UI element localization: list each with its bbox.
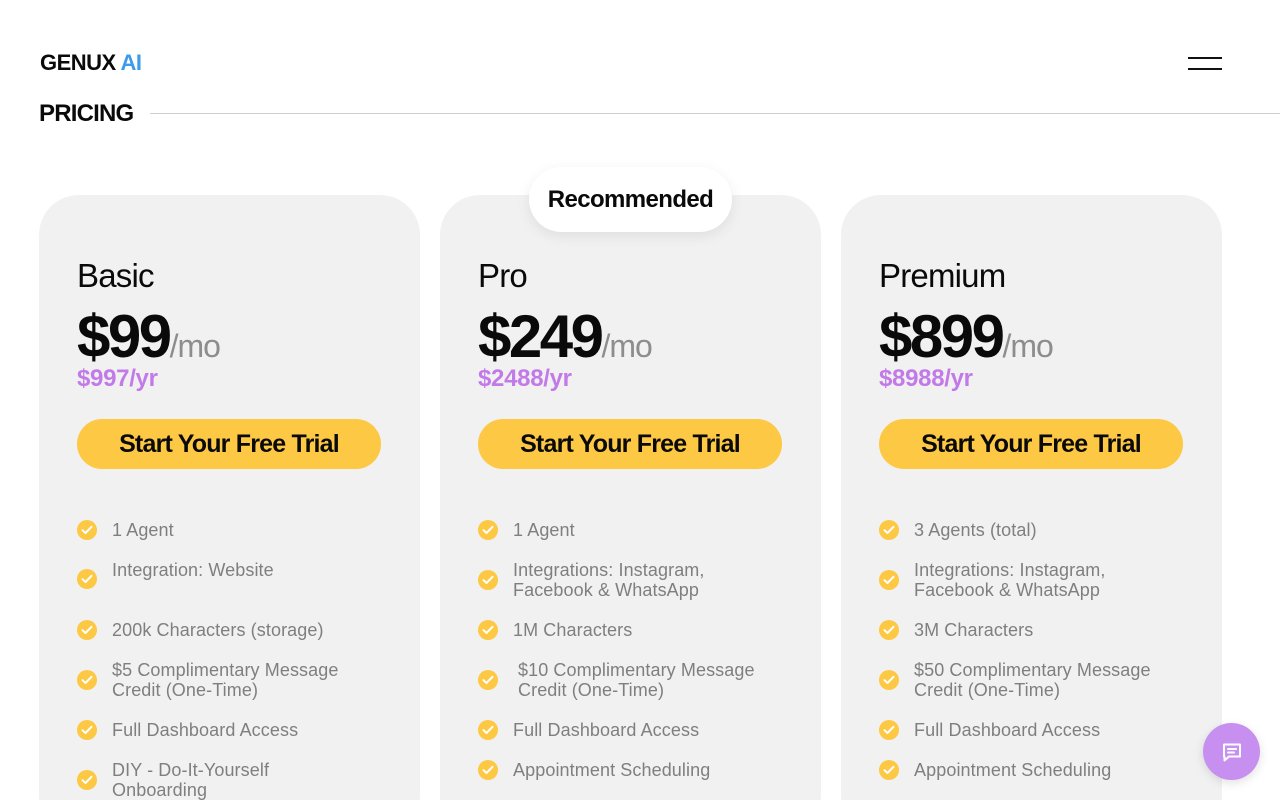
- check-circle-icon: [77, 770, 97, 790]
- feature-item: $50 Complimentary Message Credit (One-Ti…: [879, 660, 1174, 700]
- monthly-price: $99: [77, 303, 172, 370]
- check-circle-icon: [77, 670, 97, 690]
- check-circle-icon: [478, 520, 498, 540]
- feature-item: 1M Characters: [478, 620, 632, 640]
- recommended-badge: Recommended: [529, 167, 732, 232]
- check-circle-icon: [77, 620, 97, 640]
- price-row: $249 /mo: [478, 303, 653, 370]
- feature-text: 1M Characters: [513, 620, 633, 640]
- pricing-page: GENUX AI PRICING Basic $99 /mo $997/yr S…: [0, 0, 1280, 800]
- start-free-trial-button[interactable]: Start Your Free Trial: [879, 419, 1183, 469]
- monthly-price: $249: [478, 303, 604, 370]
- feature-item: $10 Complimentary Message Credit (One-Ti…: [478, 660, 778, 700]
- check-circle-icon: [879, 720, 899, 740]
- check-circle-icon: [478, 760, 498, 780]
- feature-text: 200k Characters (storage): [112, 620, 324, 640]
- feature-item: 1 Agent: [478, 520, 575, 540]
- yearly-price: $8988/yr: [879, 365, 973, 392]
- feature-item: DIY - Do-It-Yourself Onboarding: [77, 760, 312, 800]
- feature-text: DIY - Do-It-Yourself Onboarding: [112, 760, 270, 800]
- feature-text: 3M Characters: [914, 620, 1034, 640]
- feature-item: Integrations: Instagram, Facebook & What…: [879, 560, 1134, 600]
- price-row: $899 /mo: [879, 303, 1054, 370]
- price-period: /mo: [1002, 328, 1053, 364]
- section-divider: [150, 113, 1280, 114]
- check-circle-icon: [77, 569, 97, 589]
- brand-name: GENUX: [40, 50, 116, 75]
- check-circle-icon: [879, 620, 899, 640]
- feature-item: Appointment Scheduling: [879, 760, 1111, 780]
- check-circle-icon: [879, 760, 899, 780]
- feature-text: Full Dashboard Access: [914, 720, 1101, 740]
- check-circle-icon: [478, 720, 498, 740]
- feature-item: Appointment Scheduling: [478, 760, 710, 780]
- feature-item: Full Dashboard Access: [879, 720, 1100, 740]
- check-circle-icon: [77, 720, 97, 740]
- check-circle-icon: [879, 520, 899, 540]
- feature-text: 3 Agents (total): [914, 520, 1037, 540]
- monthly-price: $899: [879, 303, 1005, 370]
- feature-item: 3 Agents (total): [879, 520, 1037, 540]
- feature-text: 1 Agent: [513, 520, 575, 540]
- plan-card-basic: Basic $99 /mo $997/yr Start Your Free Tr…: [39, 195, 420, 800]
- feature-text: $5 Complimentary Message Credit (One-Tim…: [112, 660, 339, 700]
- feature-item: 1 Agent: [77, 520, 174, 540]
- start-free-trial-button[interactable]: Start Your Free Trial: [77, 419, 381, 469]
- plan-name: Basic: [77, 257, 155, 294]
- check-circle-icon: [77, 520, 97, 540]
- feature-text: Integrations: Instagram, Facebook & What…: [914, 560, 1106, 600]
- feature-item: Integration: Website: [77, 560, 274, 589]
- feature-text: Integrations: Instagram, Facebook & What…: [513, 560, 705, 600]
- brand-suffix: AI: [120, 50, 143, 75]
- check-circle-icon: [478, 570, 498, 590]
- feature-text: 1 Agent: [112, 520, 174, 540]
- check-circle-icon: [478, 620, 498, 640]
- hamburger-icon[interactable]: [1188, 55, 1224, 73]
- feature-text: Appointment Scheduling: [914, 760, 1112, 780]
- chat-button[interactable]: [1203, 723, 1260, 780]
- yearly-price: $997/yr: [77, 365, 158, 392]
- price-period: /mo: [169, 328, 221, 364]
- price-period: /mo: [601, 328, 652, 364]
- feature-text: Full Dashboard Access: [112, 720, 299, 740]
- feature-item: $5 Complimentary Message Credit (One-Tim…: [77, 660, 372, 700]
- start-free-trial-button[interactable]: Start Your Free Trial: [478, 419, 782, 469]
- price-row: $99 /mo: [77, 303, 221, 370]
- check-circle-icon: [879, 670, 899, 690]
- chat-icon: [1222, 743, 1241, 761]
- feature-text: $10 Complimentary Message Credit (One-Ti…: [518, 660, 755, 700]
- check-circle-icon: [879, 570, 899, 590]
- feature-text: Appointment Scheduling: [513, 760, 711, 780]
- plan-card-pro: Pro $249 /mo $2488/yr Start Your Free Tr…: [440, 195, 821, 800]
- brand-logo[interactable]: GENUX AI: [40, 50, 142, 76]
- plan-name: Pro: [478, 257, 528, 294]
- plan-card-premium: Premium $899 /mo $8988/yr Start Your Fre…: [841, 195, 1222, 800]
- yearly-price: $2488/yr: [478, 365, 572, 392]
- plan-name: Premium: [879, 257, 1006, 294]
- feature-text: $50 Complimentary Message Credit (One-Ti…: [914, 660, 1151, 700]
- section-title: PRICING: [39, 100, 134, 127]
- feature-text: Full Dashboard Access: [513, 720, 700, 740]
- feature-item: Full Dashboard Access: [77, 720, 298, 740]
- feature-item: 200k Characters (storage): [77, 620, 324, 640]
- feature-text: Integration: Website: [112, 560, 274, 580]
- feature-item: Integrations: Instagram, Facebook & What…: [478, 560, 733, 600]
- check-circle-icon: [478, 670, 498, 690]
- feature-item: Full Dashboard Access: [478, 720, 699, 740]
- feature-item: 3M Characters: [879, 620, 1033, 640]
